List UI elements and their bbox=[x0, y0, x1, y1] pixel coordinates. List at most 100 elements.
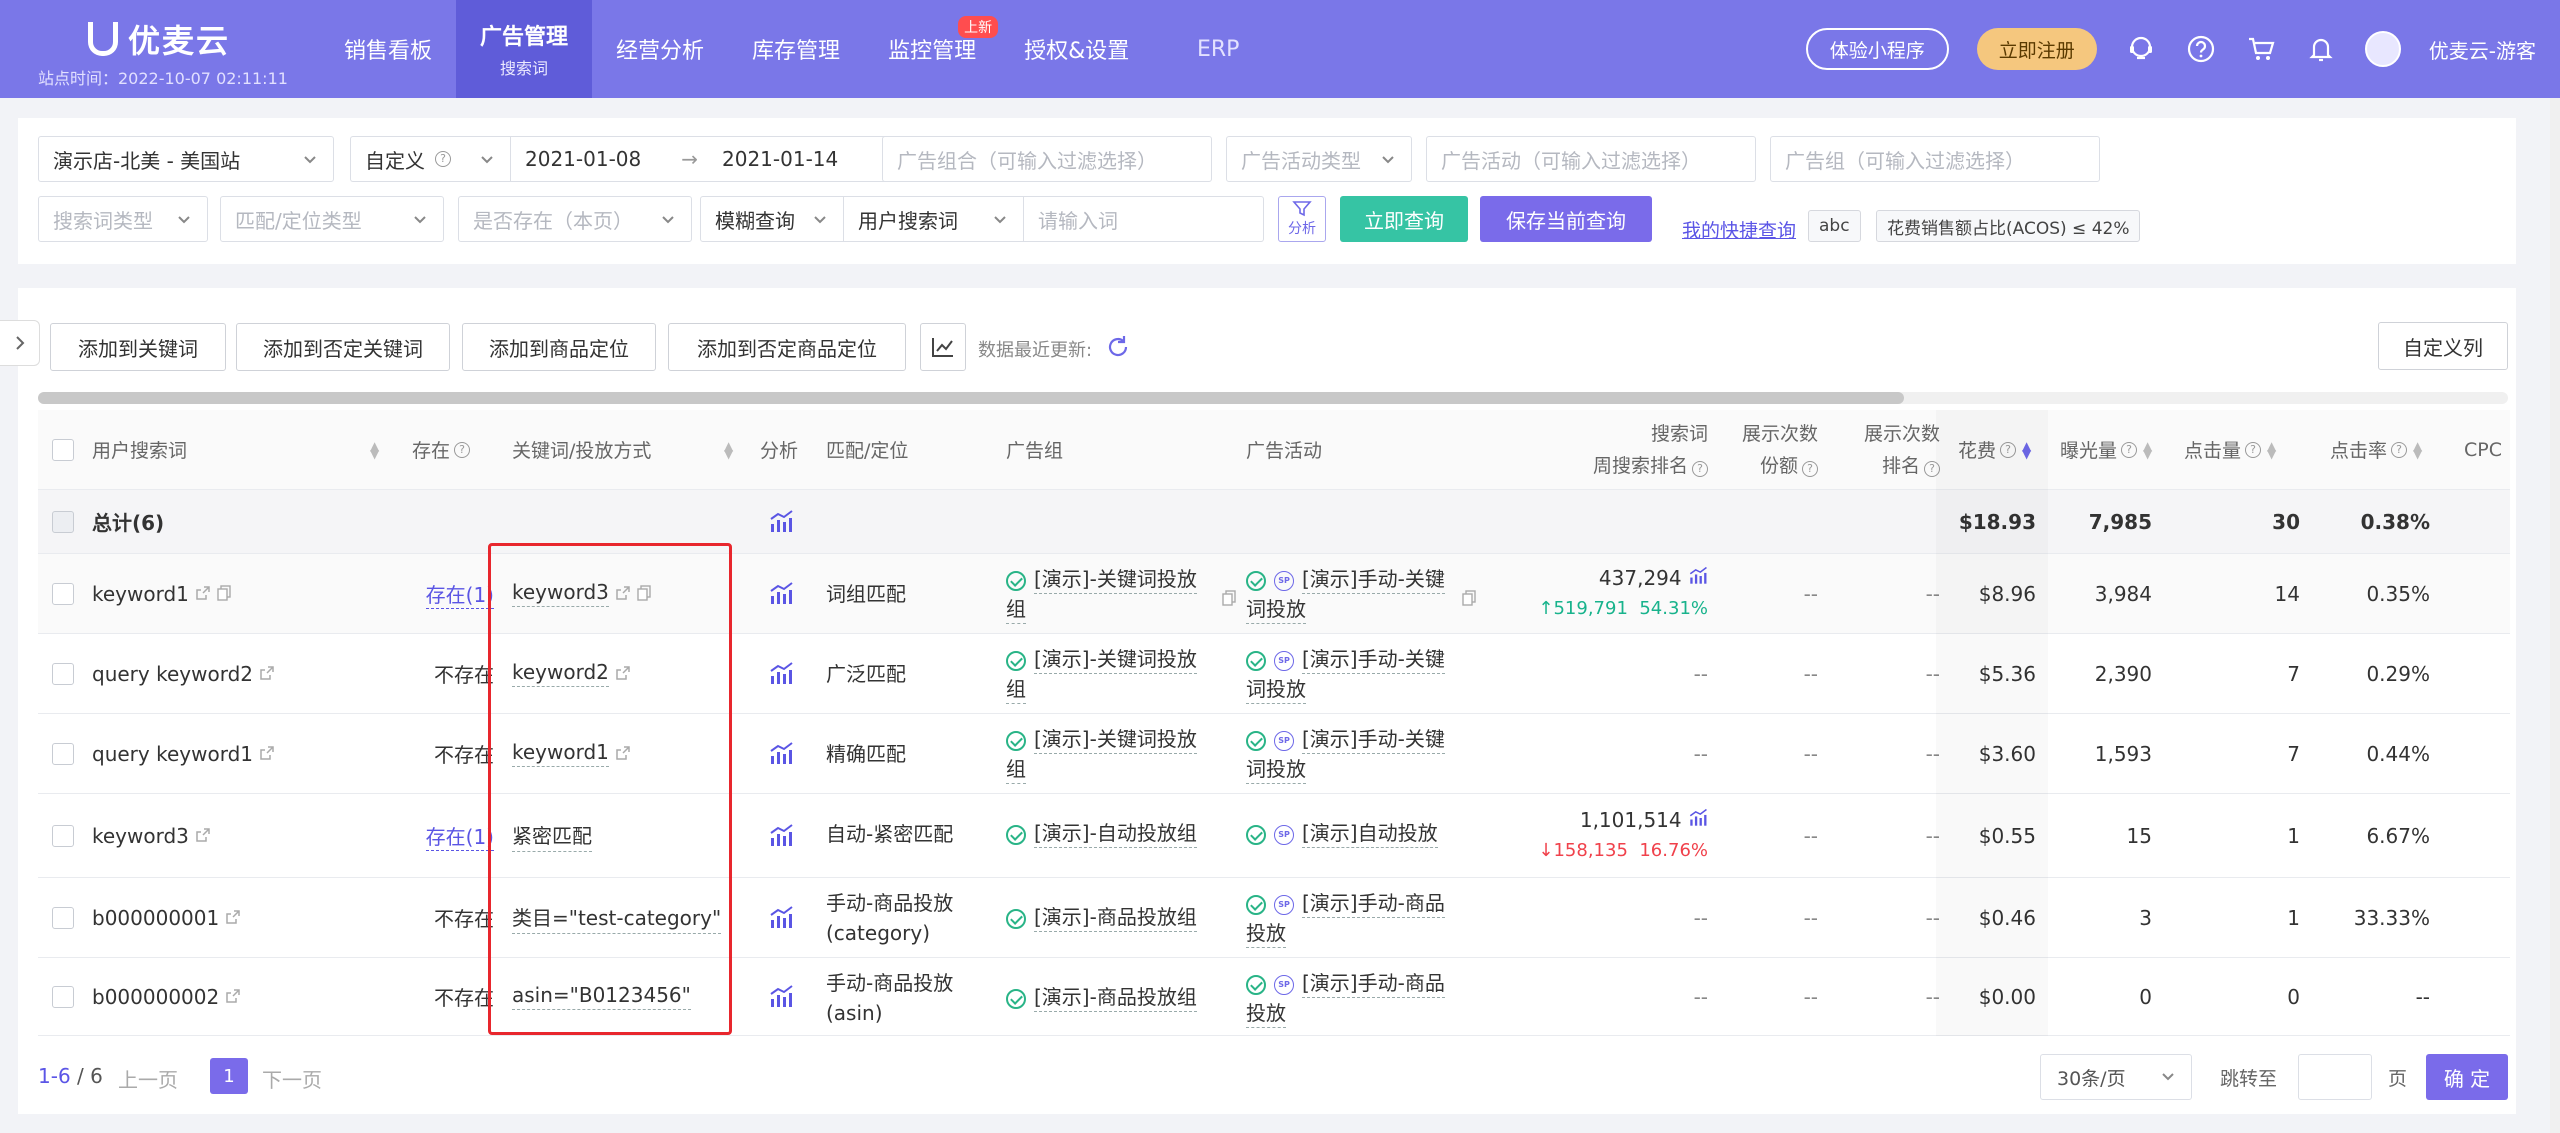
nav-sales-board[interactable]: 销售看板 bbox=[320, 0, 456, 98]
row-checkbox[interactable] bbox=[52, 794, 74, 877]
save-query-button[interactable]: 保存当前查询 bbox=[1480, 196, 1652, 242]
campaign-name-cont[interactable]: 词投放 bbox=[1246, 597, 1306, 624]
user-name[interactable]: 优麦云-游客 bbox=[2429, 35, 2536, 64]
prev-page-button[interactable]: 上一页 bbox=[118, 1064, 178, 1093]
query-button[interactable]: 立即查询 bbox=[1340, 196, 1468, 242]
trend-chart-icon[interactable] bbox=[768, 634, 794, 713]
row-checkbox[interactable] bbox=[52, 714, 74, 793]
ad-group-name[interactable]: [演示]-自动投放组 bbox=[1034, 821, 1197, 848]
campaign-type-select[interactable]: 广告活动类型 bbox=[1226, 136, 1412, 182]
analyze-filter-button[interactable]: 分析 bbox=[1278, 196, 1326, 242]
table-row[interactable]: query keyword1 不存在 keyword1 精确匹配 [演示]-关键词投放组… bbox=[38, 714, 2510, 794]
ad-group-name-cont[interactable]: 组 bbox=[1006, 757, 1026, 784]
checkbox[interactable] bbox=[52, 438, 74, 461]
copy-icon[interactable] bbox=[637, 582, 651, 606]
help-icon[interactable] bbox=[2185, 33, 2217, 65]
brand-logo[interactable]: 优麦云 bbox=[88, 16, 230, 62]
next-page-button[interactable]: 下一页 bbox=[262, 1064, 322, 1093]
nav-inventory[interactable]: 库存管理 bbox=[728, 0, 864, 98]
avatar[interactable] bbox=[2364, 31, 2401, 67]
col-impressions[interactable]: 曝光量? ▲ ▼ bbox=[2060, 410, 2152, 489]
row-checkbox[interactable] bbox=[52, 634, 74, 713]
register-button[interactable]: 立即注册 bbox=[1976, 28, 2097, 70]
keyword-target[interactable]: asin="B0123456" bbox=[512, 983, 691, 1010]
cart-icon[interactable] bbox=[2245, 33, 2277, 65]
external-link-icon[interactable] bbox=[225, 985, 241, 1009]
external-link-icon[interactable] bbox=[259, 662, 275, 686]
ad-group-name[interactable]: [演示]-关键词投放 bbox=[1034, 647, 1197, 674]
quick-query-link[interactable]: 我的快捷查询 bbox=[1682, 216, 1796, 243]
campaign-name[interactable]: [演示]自动投放 bbox=[1302, 821, 1438, 848]
col-term[interactable]: 用户搜索词 bbox=[92, 410, 187, 489]
external-link-icon[interactable] bbox=[195, 582, 211, 606]
page-size-select[interactable]: 30条/页 bbox=[2040, 1054, 2192, 1100]
trend-chart-icon[interactable] bbox=[768, 794, 794, 877]
add-keyword-button[interactable]: 添加到关键词 bbox=[50, 323, 226, 371]
checkbox[interactable] bbox=[52, 906, 74, 929]
campaign-name[interactable]: [演示]手动-关键 bbox=[1302, 727, 1445, 754]
col-keyword[interactable]: 关键词/投放方式 bbox=[512, 410, 651, 489]
refresh-icon[interactable] bbox=[1104, 333, 1132, 366]
table-row[interactable]: query keyword2 不存在 keyword2 广泛匹配 [演示]-关键词投放组… bbox=[38, 634, 2510, 714]
external-link-icon[interactable] bbox=[615, 582, 631, 606]
table-row[interactable]: keyword3 存在(1) 紧密匹配 自动-紧密匹配 [演示]-自动投放组 SP [演示]… bbox=[38, 794, 2510, 878]
campaign-name-cont[interactable]: 词投放 bbox=[1246, 677, 1306, 704]
date-start[interactable]: 2021-01-08 bbox=[525, 147, 641, 171]
row-checkbox[interactable] bbox=[52, 878, 74, 957]
horizontal-scrollbar[interactable] bbox=[38, 392, 2508, 404]
ad-group-name-cont[interactable]: 组 bbox=[1006, 597, 1026, 624]
fuzzy-select[interactable]: 模糊查询 bbox=[700, 196, 844, 242]
col-spend[interactable]: 花费? ▲ ▼ bbox=[1958, 410, 2031, 489]
page-scrollbar[interactable] bbox=[2550, 98, 2560, 1133]
keyword-target[interactable]: 类目="test-category" bbox=[512, 902, 722, 934]
select-all-checkbox[interactable] bbox=[52, 410, 74, 489]
keyword-target[interactable]: 紧密匹配 bbox=[512, 820, 592, 852]
date-end[interactable]: 2021-01-14 bbox=[722, 147, 838, 171]
sort-icon[interactable]: ▲ ▼ bbox=[364, 410, 379, 489]
ad-group-select[interactable]: 广告组（可输入过滤选择） bbox=[1770, 136, 2100, 182]
trial-miniprogram-button[interactable]: 体验小程序 bbox=[1805, 28, 1949, 70]
ad-group-name-cont[interactable]: 组 bbox=[1006, 677, 1026, 704]
ad-portfolio-select[interactable]: 广告组合（可输入过滤选择） bbox=[882, 136, 1212, 182]
table-row[interactable]: b000000002 不存在 asin="B0123456" 手动-商品投放 (asin… bbox=[38, 958, 2510, 1036]
col-ctr[interactable]: 点击率? ▲ ▼ bbox=[2330, 410, 2422, 489]
checkbox[interactable] bbox=[52, 824, 74, 847]
bell-icon[interactable] bbox=[2305, 33, 2337, 65]
keyword-input[interactable]: 请输入词 bbox=[1024, 196, 1264, 242]
custom-columns-button[interactable]: 自定义列 bbox=[2378, 322, 2508, 370]
trend-chart-icon[interactable] bbox=[768, 878, 794, 957]
row-checkbox[interactable] bbox=[52, 554, 74, 633]
campaign-name[interactable]: [演示]手动-关键 bbox=[1302, 647, 1445, 674]
external-link-icon[interactable] bbox=[615, 662, 631, 686]
external-link-icon[interactable] bbox=[195, 824, 211, 848]
campaign-name-cont[interactable]: 词投放 bbox=[1246, 757, 1306, 784]
confirm-jump-button[interactable]: 确 定 bbox=[2426, 1054, 2508, 1100]
exists-status[interactable]: 存在(1) bbox=[425, 579, 494, 609]
exists-select[interactable]: 是否存在（本页） bbox=[458, 196, 692, 242]
trend-chart-icon[interactable] bbox=[768, 714, 794, 793]
row-checkbox[interactable] bbox=[52, 958, 74, 1035]
trend-chart-icon[interactable] bbox=[768, 958, 794, 1035]
checkbox[interactable] bbox=[52, 662, 74, 685]
add-product-target-button[interactable]: 添加到商品定位 bbox=[462, 323, 656, 371]
ad-group-name[interactable]: [演示]-商品投放组 bbox=[1034, 985, 1197, 1012]
campaign-name-cont[interactable]: 投放 bbox=[1246, 921, 1286, 948]
ad-group-name[interactable]: [演示]-关键词投放 bbox=[1034, 727, 1197, 754]
page-1-button[interactable]: 1 bbox=[210, 1058, 248, 1094]
date-mode-select[interactable]: 自定义 ? bbox=[350, 136, 510, 182]
campaign-name[interactable]: [演示]手动-关键 bbox=[1302, 567, 1445, 594]
quick-query-tag[interactable]: 花费销售额占比(ACOS) ≤ 42% bbox=[1876, 210, 2141, 242]
checkbox[interactable] bbox=[52, 582, 74, 605]
nav-monitoring[interactable]: 监控管理 上新 bbox=[864, 0, 1000, 98]
campaign-name-cont[interactable]: 投放 bbox=[1246, 1001, 1286, 1028]
table-row[interactable]: keyword1 存在(1) keyword3 词组匹配 [演示]-关键词投放组 SP [演… bbox=[38, 554, 2510, 634]
keyword-target[interactable]: keyword3 bbox=[512, 580, 609, 607]
external-link-icon[interactable] bbox=[225, 906, 241, 930]
table-row[interactable]: b000000001 不存在 类目="test-category" 手动-商品投放 (c… bbox=[38, 878, 2510, 958]
checkbox[interactable] bbox=[52, 985, 74, 1008]
copy-icon[interactable] bbox=[217, 582, 231, 606]
store-select[interactable]: 演示店-北美 - 美国站 bbox=[38, 136, 334, 182]
quick-query-tag[interactable]: abc bbox=[1808, 210, 1861, 242]
search-field-select[interactable]: 用户搜索词 bbox=[844, 196, 1024, 242]
checkbox[interactable] bbox=[52, 742, 74, 765]
